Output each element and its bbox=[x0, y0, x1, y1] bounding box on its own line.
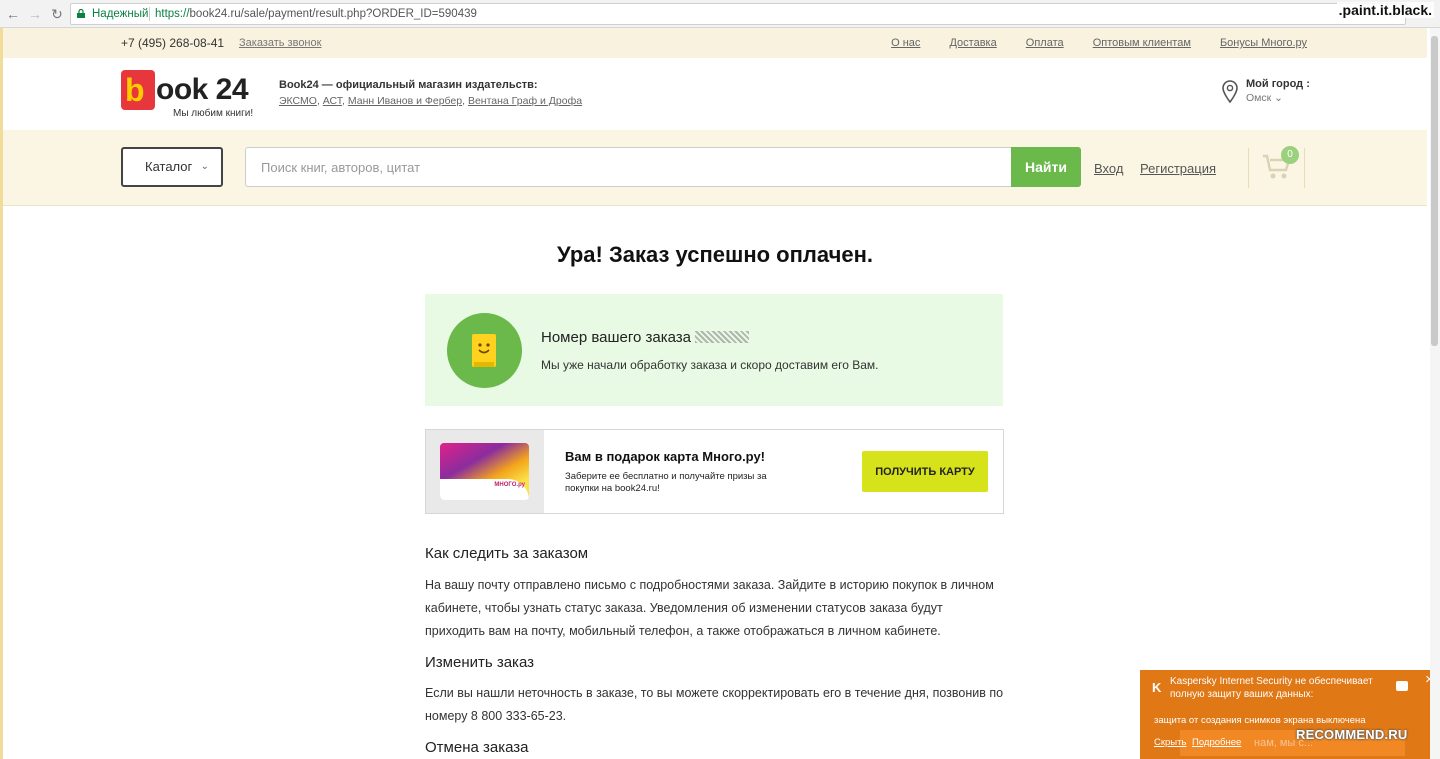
publishers-links: ЭКСМО, АСТ, Манн Иванов и Фербер, Вентан… bbox=[279, 95, 583, 107]
smiling-book-icon bbox=[472, 334, 496, 367]
mnogo-card-image: МНОГО.ру bbox=[440, 443, 529, 500]
publisher-link-ventana[interactable]: Вентана Граф и Дрофа bbox=[468, 95, 582, 107]
scrollbar-thumb[interactable] bbox=[1431, 36, 1438, 346]
callback-link[interactable]: Заказать звонок bbox=[239, 37, 321, 49]
top-links: О нас Доставка Оплата Оптовым клиентам Б… bbox=[865, 37, 1307, 49]
kaspersky-logo-icon: K bbox=[1152, 680, 1162, 695]
kaspersky-body: защита от создания снимков экрана выключ… bbox=[1154, 715, 1366, 726]
kaspersky-title: Kaspersky Internet Security не обеспечив… bbox=[1170, 676, 1373, 700]
publisher-link-eksmo[interactable]: ЭКСМО bbox=[279, 95, 317, 107]
order-number-label: Номер вашего заказа bbox=[541, 329, 692, 346]
top-link-bonuses[interactable]: Бонусы Много.ру bbox=[1220, 37, 1307, 49]
watermark-top: .paint.it.black. bbox=[1336, 2, 1434, 18]
publishers-title: Book24 — официальный магазин издательств… bbox=[279, 79, 538, 91]
mnogo-promo-banner: МНОГО.ру Вам в подарок карта Много.ру! З… bbox=[425, 429, 1004, 514]
kaspersky-more-link[interactable]: Подробнее bbox=[1192, 737, 1241, 748]
order-number-blurred bbox=[695, 331, 750, 343]
city-name: Омск bbox=[1246, 92, 1272, 104]
reload-icon[interactable]: ↻ bbox=[48, 5, 66, 23]
publisher-link-ast[interactable]: АСТ bbox=[323, 95, 342, 107]
top-link-delivery[interactable]: Доставка bbox=[949, 37, 996, 49]
order-success-box: Номер вашего заказа Мы уже начали обрабо… bbox=[425, 294, 1003, 406]
back-icon[interactable]: ← bbox=[4, 5, 22, 23]
page-title: Ура! Заказ успешно оплачен. bbox=[557, 242, 873, 267]
phone-number: +7 (495) 268-08-41 bbox=[121, 36, 225, 50]
login-link[interactable]: Вход bbox=[1094, 161, 1123, 176]
section-heading-track: Как следить за заказом bbox=[425, 545, 589, 562]
section-text-track: На вашу почту отправлено письмо с подроб… bbox=[425, 578, 994, 638]
promo-title: Вам в подарок карта Много.ру! bbox=[565, 449, 766, 464]
address-bar[interactable]: Надежный https://book24.ru/sale/payment/… bbox=[70, 3, 1406, 25]
watermark-bottom: RECOMMEND.RU bbox=[1296, 727, 1408, 742]
register-link[interactable]: Регистрация bbox=[1140, 161, 1216, 176]
cart-count-badge: 0 bbox=[1281, 146, 1299, 164]
forward-icon[interactable]: → bbox=[26, 5, 44, 23]
url-path: book24.ru/sale/payment/result.php?ORDER_… bbox=[189, 8, 477, 20]
promo-text: Заберите ее бесплатно и получайте призы … bbox=[565, 471, 767, 494]
order-status-text: Мы уже начали обработку заказа и скоро д… bbox=[541, 358, 879, 372]
city-selector[interactable]: Омск ⌄ bbox=[1246, 92, 1283, 104]
catalog-label: Каталог bbox=[145, 159, 193, 174]
top-link-wholesale[interactable]: Оптовым клиентам bbox=[1093, 37, 1191, 49]
logo-slogan: Мы любим книги! bbox=[173, 108, 254, 119]
card-brand: МНОГО.ру bbox=[494, 482, 525, 488]
order-icon-circle bbox=[447, 313, 522, 388]
chat-icon[interactable] bbox=[1396, 681, 1408, 691]
search-button[interactable]: Найти bbox=[1011, 147, 1081, 187]
kaspersky-hide-link[interactable]: Скрыть bbox=[1154, 737, 1186, 748]
get-card-button[interactable]: ПОЛУЧИТЬ КАРТУ bbox=[862, 451, 988, 492]
address-separator bbox=[149, 7, 150, 21]
top-link-payment[interactable]: Оплата bbox=[1026, 37, 1064, 49]
lock-icon bbox=[77, 9, 85, 18]
browser-toolbar: ← → ↻ Надежный https://book24.ru/sale/pa… bbox=[0, 0, 1440, 28]
top-link-about[interactable]: О нас bbox=[891, 37, 920, 49]
cart-divider-right bbox=[1304, 148, 1305, 188]
book24-logo[interactable]: b ook 24 Мы любим книги! bbox=[121, 70, 261, 120]
chevron-down-icon: ⌄ bbox=[200, 161, 209, 172]
publisher-link-mif[interactable]: Манн Иванов и Фербер bbox=[348, 95, 462, 107]
location-pin-icon[interactable] bbox=[1221, 80, 1239, 104]
catalog-button[interactable]: Каталог ⌄ bbox=[121, 147, 223, 187]
section-text-change: Если вы нашли неточность в заказе, то вы… bbox=[425, 686, 1004, 723]
top-info-bar: +7 (495) 268-08-41 Заказать звонок О нас… bbox=[3, 28, 1427, 58]
section-heading-cancel: Отмена заказа bbox=[425, 739, 529, 756]
search-band: Каталог ⌄ Найти Вход Регистрация 0 bbox=[3, 130, 1427, 206]
url-protocol: https:// bbox=[155, 8, 190, 20]
chevron-down-icon: ⌄ bbox=[1274, 92, 1283, 104]
logo-text: ook 24 bbox=[156, 73, 249, 106]
kaspersky-notification: K Kaspersky Internet Security не обеспеч… bbox=[1140, 670, 1440, 759]
logo-b: b bbox=[125, 72, 145, 108]
url-text: https://book24.ru/sale/payment/result.ph… bbox=[155, 4, 477, 24]
section-heading-change: Изменить заказ bbox=[425, 654, 534, 671]
cart-divider bbox=[1248, 148, 1249, 188]
order-number-title: Номер вашего заказа bbox=[541, 329, 750, 346]
search-input[interactable] bbox=[245, 147, 1013, 187]
promo-card-panel: МНОГО.ру bbox=[426, 430, 544, 513]
secure-label: Надежный bbox=[92, 8, 149, 20]
city-label: Мой город : bbox=[1246, 78, 1310, 90]
site-header: b ook 24 Мы любим книги! Book24 — официа… bbox=[3, 58, 1427, 130]
